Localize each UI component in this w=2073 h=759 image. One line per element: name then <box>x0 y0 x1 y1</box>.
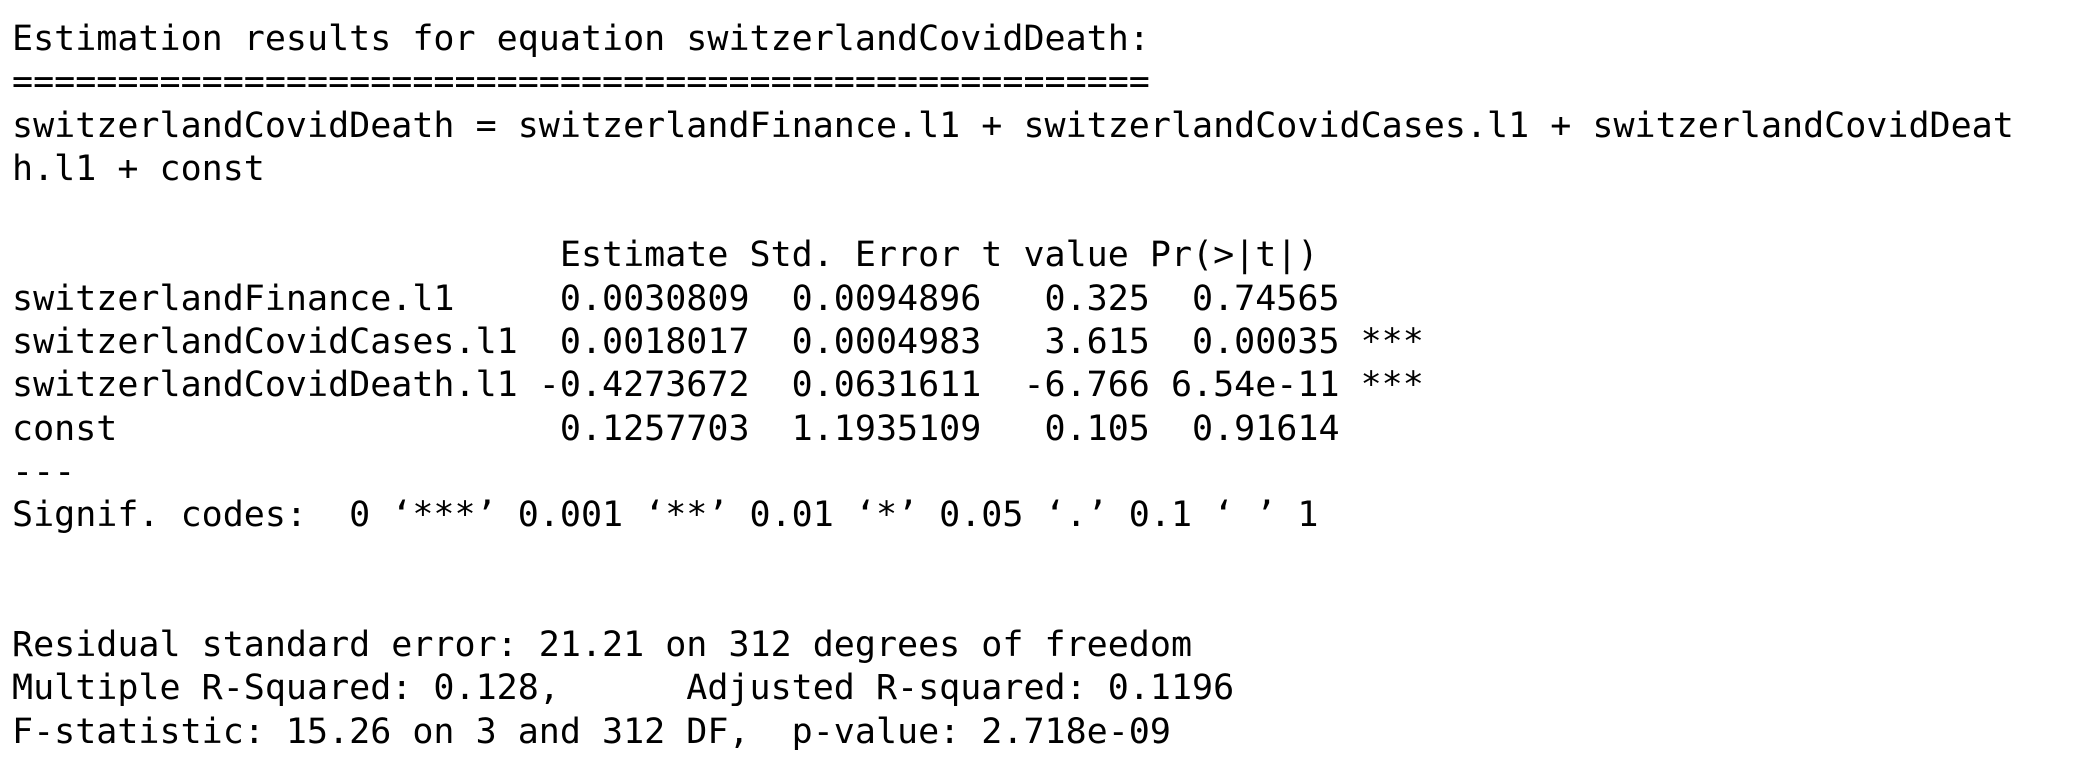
equation-line: switzerlandCovidDeath = switzerlandFinan… <box>12 105 2014 146</box>
coef-table-header: Estimate Std. Error t value Pr(>|t|) <box>12 235 1403 276</box>
signif-separator: --- <box>12 451 76 492</box>
coef-row-const: const 0.1257703 1.1935109 0.105 0.91614 <box>12 408 1424 449</box>
coef-row-finance: switzerlandFinance.l1 0.0030809 0.009489… <box>12 278 1424 319</box>
equation-line-continued: h.l1 + const <box>12 148 265 189</box>
signif-codes: Signif. codes: 0 ‘***’ 0.001 ‘**’ 0.01 ‘… <box>12 495 1319 536</box>
r-squared: Multiple R-Squared: 0.128, Adjusted R-sq… <box>12 668 1256 709</box>
f-statistic: F-statistic: 15.26 on 3 and 312 DF, p-va… <box>12 711 1171 752</box>
console-output: Estimation results for equation switzerl… <box>0 0 2073 759</box>
output-separator: ========================================… <box>12 62 1150 103</box>
coef-row-covid-death: switzerlandCovidDeath.l1 -0.4273672 0.06… <box>12 365 1424 406</box>
output-title: Estimation results for equation switzerl… <box>12 19 1150 59</box>
coef-row-covid-cases: switzerlandCovidCases.l1 0.0018017 0.000… <box>12 322 1424 363</box>
residual-standard-error: Residual standard error: 21.21 on 312 de… <box>12 625 1193 666</box>
